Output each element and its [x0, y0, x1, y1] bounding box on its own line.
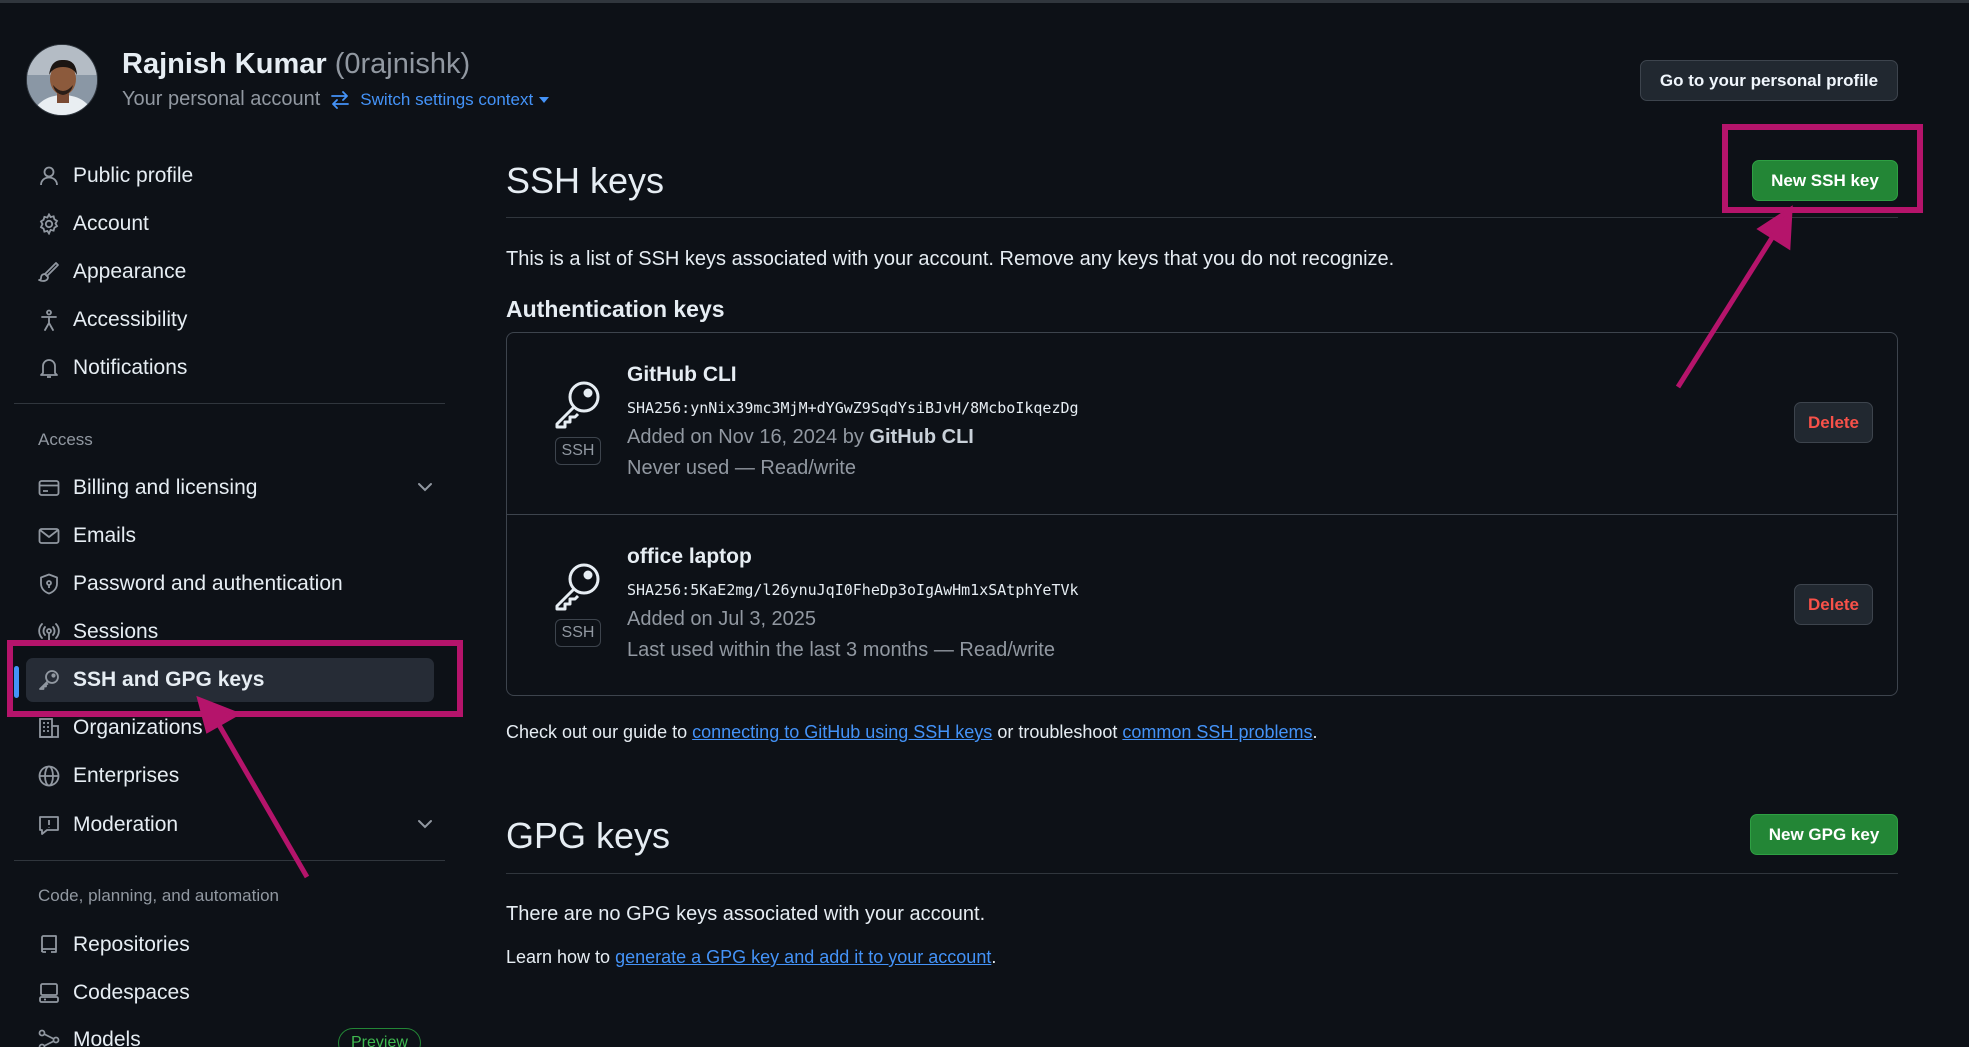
arrow-to-ssh-nav [212, 716, 310, 879]
arrow-head [1756, 205, 1793, 251]
arrow-to-new-ssh [1675, 228, 1780, 389]
annotation-arrows [196, 205, 1793, 879]
arrow-head [196, 695, 242, 734]
